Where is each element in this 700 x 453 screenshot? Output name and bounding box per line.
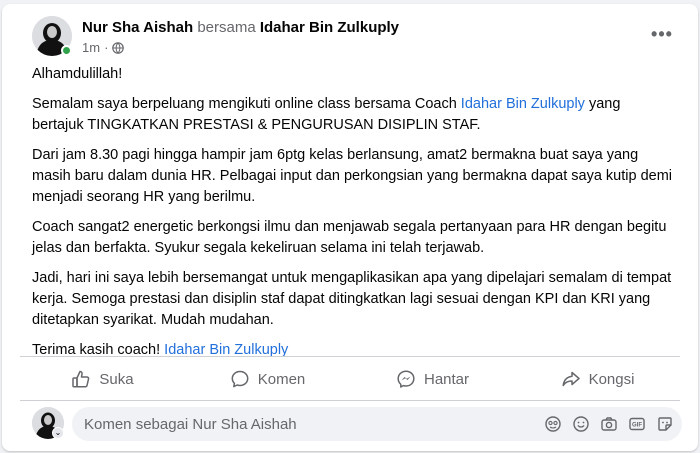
- with-text: bersama: [197, 19, 256, 36]
- comment-input[interactable]: Komen sebagai Nur Sha Aishah GIF: [72, 407, 682, 441]
- sticker-icon[interactable]: [656, 415, 674, 433]
- share-button[interactable]: Kongsi: [515, 360, 680, 398]
- author-name[interactable]: Nur Sha Aishah: [82, 19, 193, 36]
- chevron-down-icon[interactable]: ⌄: [52, 427, 64, 439]
- meta-separator: ·: [104, 40, 109, 55]
- paragraph-6: Terima kasih coach! Idahar Bin Zulkuply: [32, 340, 672, 361]
- paragraph-2-text: Semalam saya berpeluang mengikuti online…: [32, 96, 461, 112]
- divider-bottom: [20, 400, 680, 401]
- globe-icon[interactable]: [112, 41, 125, 54]
- author-line: Nur Sha Aishah bersama Idahar Bin Zulkup…: [82, 19, 399, 36]
- post-card: Nur Sha Aishah bersama Idahar Bin Zulkup…: [2, 4, 698, 451]
- gif-icon[interactable]: GIF: [628, 415, 646, 433]
- comment-bubble-icon: [231, 370, 249, 388]
- comment-tools: GIF: [544, 415, 674, 433]
- like-label: Suka: [99, 370, 134, 388]
- share-arrow-icon: [562, 371, 580, 387]
- send-label: Hantar: [423, 370, 470, 388]
- online-status-dot: [61, 45, 72, 56]
- camera-icon[interactable]: [600, 415, 618, 433]
- comment-label: Komen: [257, 370, 306, 388]
- more-options-icon[interactable]: •••: [648, 20, 676, 48]
- tagged-name[interactable]: Idahar Bin Zulkuply: [260, 19, 399, 36]
- avatar-sticker-icon[interactable]: [544, 415, 562, 433]
- comment-button[interactable]: Komen: [185, 360, 350, 398]
- emoji-icon[interactable]: [572, 415, 590, 433]
- post-time[interactable]: 1m: [82, 40, 100, 55]
- gif-icon-label: GIF: [632, 423, 642, 429]
- mention-link[interactable]: Idahar Bin Zulkuply: [461, 96, 585, 112]
- divider-top: [20, 356, 680, 357]
- paragraph-4: Coach sangat2 energetic berkongsi ilmu d…: [32, 219, 667, 256]
- post-meta: 1m ·: [82, 40, 125, 55]
- like-button[interactable]: Suka: [20, 360, 185, 398]
- paragraph-2: Semalam saya berpeluang mengikuti online…: [32, 94, 672, 136]
- thumbs-up-icon: [72, 370, 90, 388]
- paragraph-1: Alhamdulillah!: [32, 66, 123, 82]
- paragraph-3: Dari jam 8.30 pagi hingga hampir jam 6pt…: [32, 147, 673, 205]
- post-body: Alhamdulillah! Semalam saya berpeluang m…: [32, 64, 672, 370]
- post-header: Nur Sha Aishah bersama Idahar Bin Zulkup…: [32, 16, 672, 60]
- comment-placeholder: Komen sebagai Nur Sha Aishah: [84, 416, 297, 433]
- share-label: Kongsi: [588, 370, 635, 388]
- messenger-icon: [397, 370, 415, 388]
- comment-composer: ⌄ Komen sebagai Nur Sha Aishah GIF: [32, 407, 682, 443]
- send-button[interactable]: Hantar: [350, 360, 515, 398]
- action-bar: Suka Komen Hantar Kongsi: [20, 360, 680, 398]
- paragraph-5: Jadi, hari ini saya lebih bersemangat un…: [32, 270, 672, 328]
